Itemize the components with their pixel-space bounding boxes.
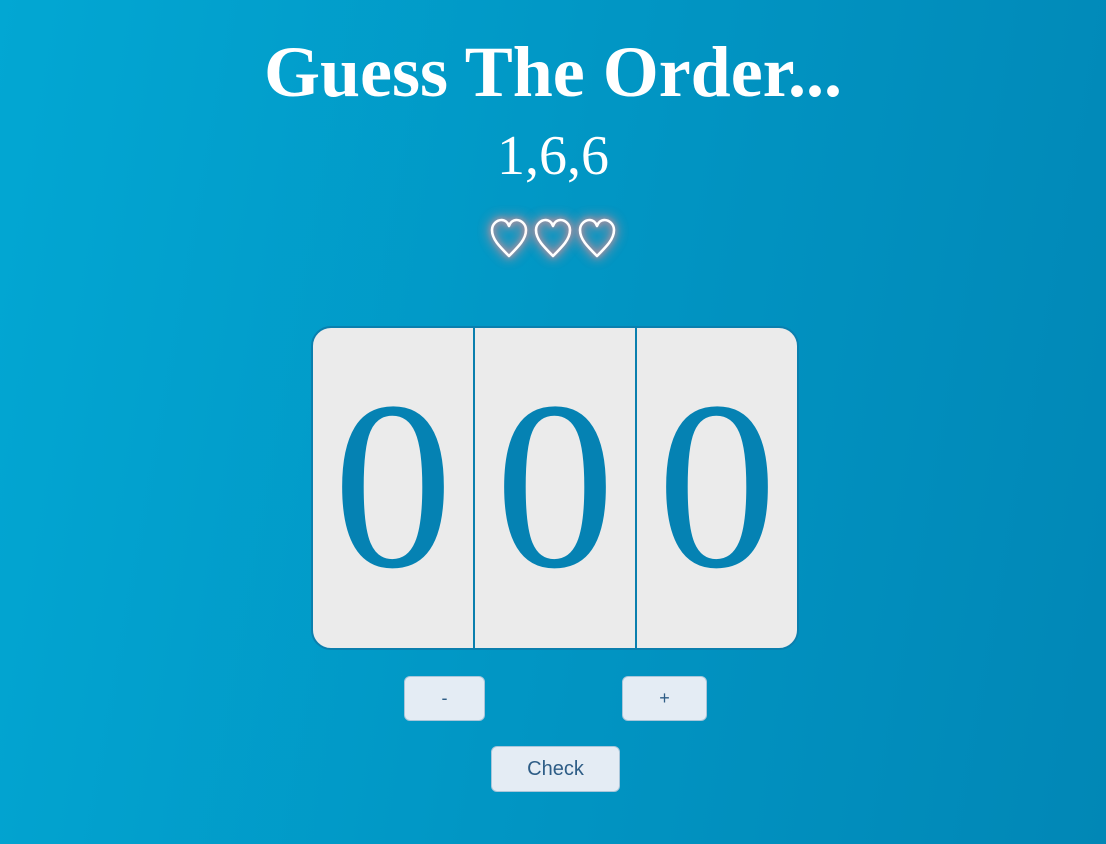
check-button[interactable]: Check: [491, 746, 620, 792]
decrement-button[interactable]: -: [404, 676, 485, 721]
digit-wheel-2[interactable]: 0: [473, 328, 635, 648]
increment-button[interactable]: +: [622, 676, 707, 721]
game-title: Guess The Order...: [263, 32, 843, 112]
combination-lock: 0 0 0: [311, 326, 799, 650]
order-hint: 1,6,6: [497, 125, 609, 187]
digit-wheel-1[interactable]: 0: [313, 328, 473, 648]
lives-indicator: [0, 216, 1106, 262]
heart-icon: [534, 218, 572, 258]
heart-icon: [578, 218, 616, 258]
digit-wheel-3[interactable]: 0: [635, 328, 797, 648]
heart-icon: [490, 218, 528, 258]
